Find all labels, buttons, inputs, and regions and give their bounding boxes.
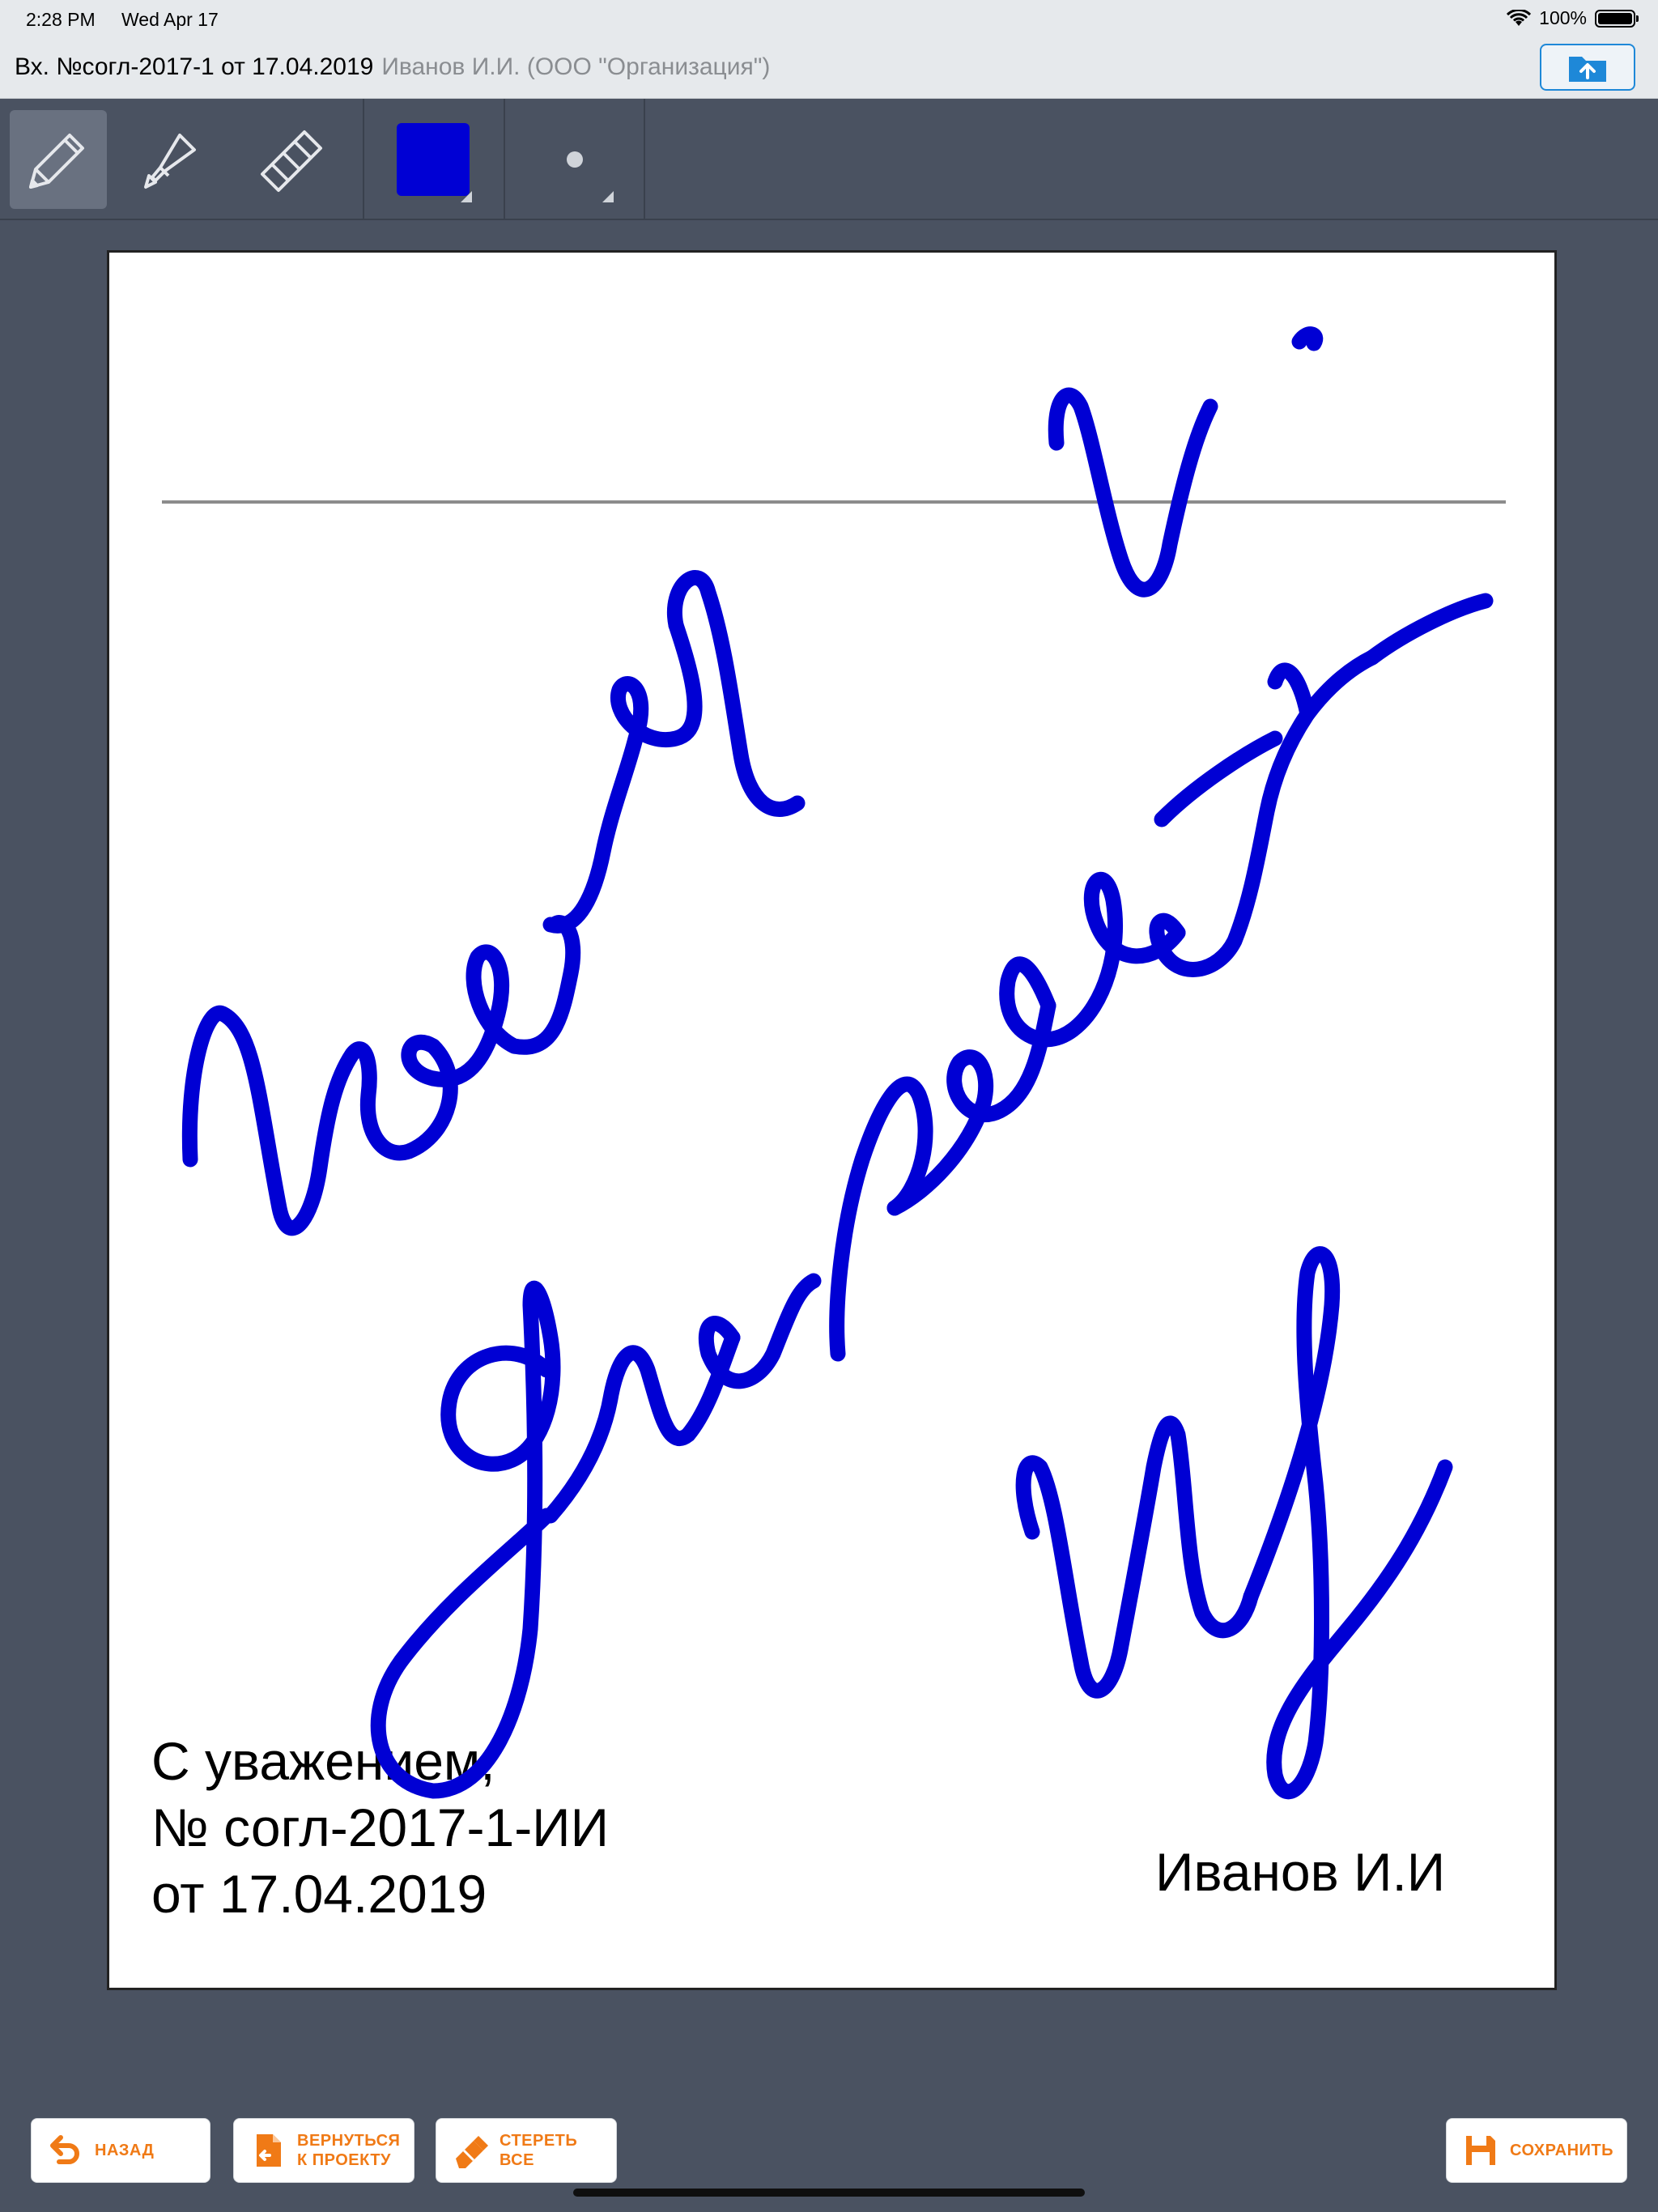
eraser-icon bbox=[261, 130, 322, 192]
back-button[interactable]: НАЗАД bbox=[31, 2118, 210, 2183]
save-button[interactable]: СОХРАНИТЬ bbox=[1446, 2118, 1627, 2183]
highlighter-tool-button[interactable] bbox=[123, 110, 220, 209]
eraser-clear-icon bbox=[453, 2131, 488, 2170]
toolbar-separator bbox=[644, 99, 645, 220]
pen-size-button[interactable] bbox=[526, 110, 623, 209]
highlighter-icon bbox=[144, 134, 196, 189]
document-page[interactable]: С уважением, № согл-2017-1-ИИ от 17.04.2… bbox=[107, 250, 1557, 1990]
color-swatch bbox=[397, 123, 470, 196]
undo-arrow-icon bbox=[48, 2131, 83, 2170]
status-right: 100% bbox=[1507, 7, 1639, 29]
share-button[interactable] bbox=[1540, 44, 1635, 91]
folder-upload-icon bbox=[1569, 57, 1606, 82]
save-label: СОХРАНИТЬ bbox=[1510, 2142, 1614, 2159]
dropdown-corner-icon bbox=[461, 191, 472, 202]
handwritten-ink-layer bbox=[181, 326, 1494, 1800]
floppy-disk-icon bbox=[1463, 2131, 1499, 2170]
pen-size-dot-icon bbox=[567, 151, 583, 168]
status-date: Wed Apr 17 bbox=[121, 9, 219, 30]
dropdown-corner-icon bbox=[602, 191, 614, 202]
document-owner: Иванов И.И. (ООО "Организация") bbox=[381, 53, 771, 80]
battery-icon bbox=[1595, 9, 1639, 28]
erase-all-label: СТЕРЕТЬ ВСЕ bbox=[500, 2132, 578, 2169]
return-to-project-button[interactable]: ВЕРНУТЬСЯ К ПРОЕКТУ bbox=[233, 2118, 414, 2183]
title-bar: Вх. №согл-2017-1 от 17.04.2019 Иванов И.И… bbox=[0, 39, 1658, 99]
return-to-project-label: ВЕРНУТЬСЯ К ПРОЕКТУ bbox=[297, 2132, 401, 2169]
erase-all-button[interactable]: СТЕРЕТЬ ВСЕ bbox=[436, 2118, 617, 2183]
document-title: Вх. №согл-2017-1 от 17.04.2019 Иванов И.И… bbox=[15, 53, 770, 81]
drawing-toolbar bbox=[0, 99, 1658, 220]
document-name: Вх. №согл-2017-1 от 17.04.2019 bbox=[15, 53, 374, 80]
battery-percent: 100% bbox=[1539, 7, 1587, 28]
document-return-icon bbox=[250, 2131, 286, 2170]
pencil-tool-button[interactable] bbox=[10, 110, 107, 209]
eraser-tool-button[interactable] bbox=[243, 110, 340, 209]
status-time: 2:28 PM bbox=[26, 9, 96, 30]
color-picker-button[interactable] bbox=[385, 110, 482, 209]
home-indicator bbox=[573, 2189, 1085, 2197]
wifi-icon bbox=[1507, 9, 1532, 26]
status-bar: 2:28 PM Wed Apr 17 100% bbox=[0, 0, 1658, 39]
toolbar-separator bbox=[504, 99, 505, 220]
back-label: НАЗАД bbox=[95, 2142, 155, 2159]
pencil-icon bbox=[29, 134, 84, 189]
toolbar-separator bbox=[363, 99, 364, 220]
